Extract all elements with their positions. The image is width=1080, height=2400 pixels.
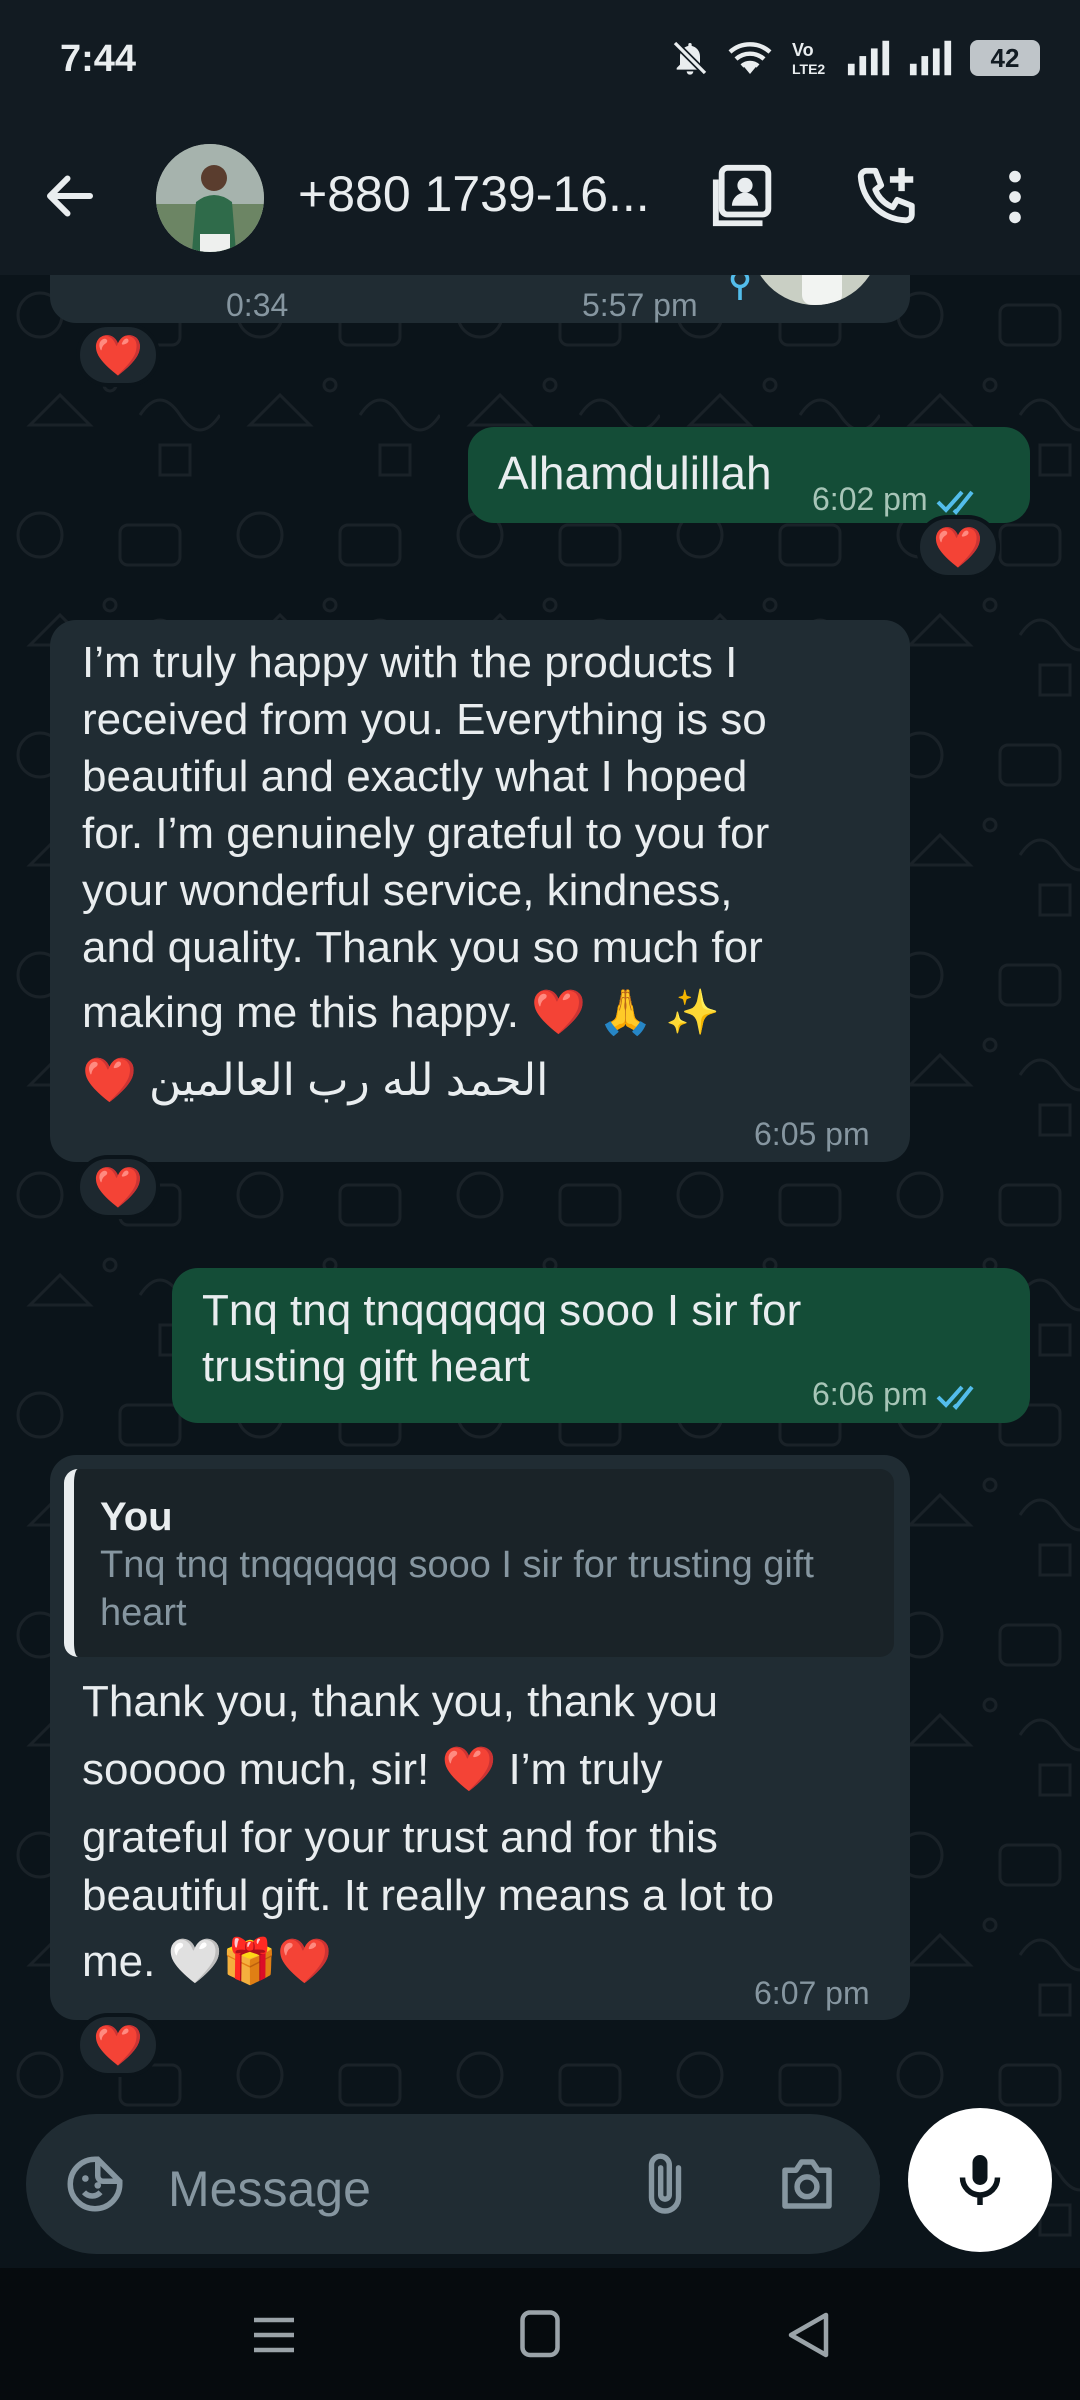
incoming-reply-bubble[interactable]: You Tnq tnq tnqqqqqq sooo I sir for trus… [50,1455,910,2020]
message-line: for. I’m genuinely grateful to you for [82,809,770,858]
contact-card-icon[interactable] [710,162,780,232]
message-composer[interactable]: Message [26,2114,880,2254]
status-bar: 7:44 Vo LTE2 42 [0,0,1080,120]
message-line: beautiful and exactly what I hoped [82,752,748,801]
reaction-emoji: ❤️ [933,525,983,570]
message-line: grateful for your trust and for this [82,1813,718,1862]
outgoing-message-bubble[interactable]: Alhamdulillah 6:02 pm [468,427,1030,523]
more-vert-icon[interactable] [980,162,1050,232]
message-line: Thank you, thank you, thank you [82,1677,718,1726]
reaction-heart[interactable]: ❤️ [76,1155,160,1219]
reaction-heart[interactable]: ❤️ [76,2013,160,2077]
message-input[interactable]: Message [168,2160,371,2218]
video-message-bubble[interactable]: 0:34 5:57 pm [50,275,910,323]
message-line: trusting gift heart [202,1342,530,1391]
attach-icon[interactable] [638,2151,692,2217]
mic-button[interactable] [908,2108,1052,2252]
incoming-message-bubble[interactable]: I’m truly happy with the products I rece… [50,620,910,1162]
reaction-emoji: ❤️ [93,333,143,378]
video-duration: 0:34 [226,287,289,323]
reaction-emoji: ❤️ [93,2023,143,2068]
message-time: 5:57 pm [582,287,698,323]
contact-name[interactable]: +880 1739-16... [298,165,658,223]
status-icons: Vo LTE2 42 [670,38,1040,78]
signal-icon [847,40,890,76]
mute-icon [672,40,708,76]
quote-author: You [100,1495,173,1539]
chat-area[interactable]: 0:34 5:57 pm ❤️ Alhamdulillah 6:02 pm ❤️… [0,275,1080,2265]
svg-text:Vo: Vo [792,40,814,60]
message-time: 6:07 pm [754,1975,870,2011]
location-pin-icon [730,275,750,300]
read-ticks-icon [936,1385,974,1410]
reaction-heart[interactable]: ❤️ [916,515,1000,579]
message-line: received from you. Everything is so [82,695,767,744]
back-icon[interactable] [776,2310,836,2360]
quoted-message[interactable]: You Tnq tnq tnqqqqqq sooo I sir for trus… [64,1469,894,1657]
message-line: sooooo much, sir! ❤️ I’m truly [82,1745,663,1794]
wifi-icon [728,42,772,74]
add-call-icon[interactable] [852,162,922,232]
camera-icon[interactable] [774,2151,840,2217]
message-line: me. 🤍🎁❤️ [82,1937,332,1986]
message-time: 6:06 pm [812,1366,988,1423]
reaction-emoji: ❤️ [93,1165,143,1210]
message-text: Alhamdulillah [498,447,772,499]
message-line: beautiful gift. It really means a lot to [82,1871,775,1920]
signal-icon [909,40,952,76]
battery-icon: 42 [970,40,1040,76]
chat-header: +880 1739-16... [0,120,1080,275]
navigation-bar [0,2268,1080,2400]
message-line: Tnq tnq tnqqqqqq sooo I sir for [202,1286,802,1335]
reaction-heart[interactable]: ❤️ [76,323,160,387]
home-icon[interactable] [510,2310,570,2360]
read-ticks-icon [936,490,974,515]
message-line: I’m truly happy with the products I [82,638,738,687]
volte-icon: VoLTE2 [792,40,825,77]
status-time: 7:44 [60,38,137,80]
emoji-sticker-icon[interactable] [62,2151,128,2217]
outgoing-message-bubble[interactable]: Tnq tnq tnqqqqqq sooo I sir for trusting… [172,1268,1030,1423]
message-line-arabic: الحمد لله رب العالمين ❤️ [82,1056,549,1105]
message-time: 6:05 pm [754,1116,870,1152]
message-line: making me this happy. ❤️ 🙏 ✨ [82,988,720,1037]
mic-icon [959,2155,1001,2205]
message-line: and quality. Thank you so much for [82,923,763,972]
quote-text: Tnq tnq tnqqqqqq sooo I sir for trusting… [100,1544,814,1634]
back-arrow-icon[interactable] [40,166,100,226]
recents-icon[interactable] [244,2310,304,2360]
message-line: your wonderful service, kindness, [82,866,733,915]
svg-text:LTE2: LTE2 [792,61,825,77]
avatar[interactable] [156,144,264,252]
video-thumbnail[interactable] [750,275,880,305]
